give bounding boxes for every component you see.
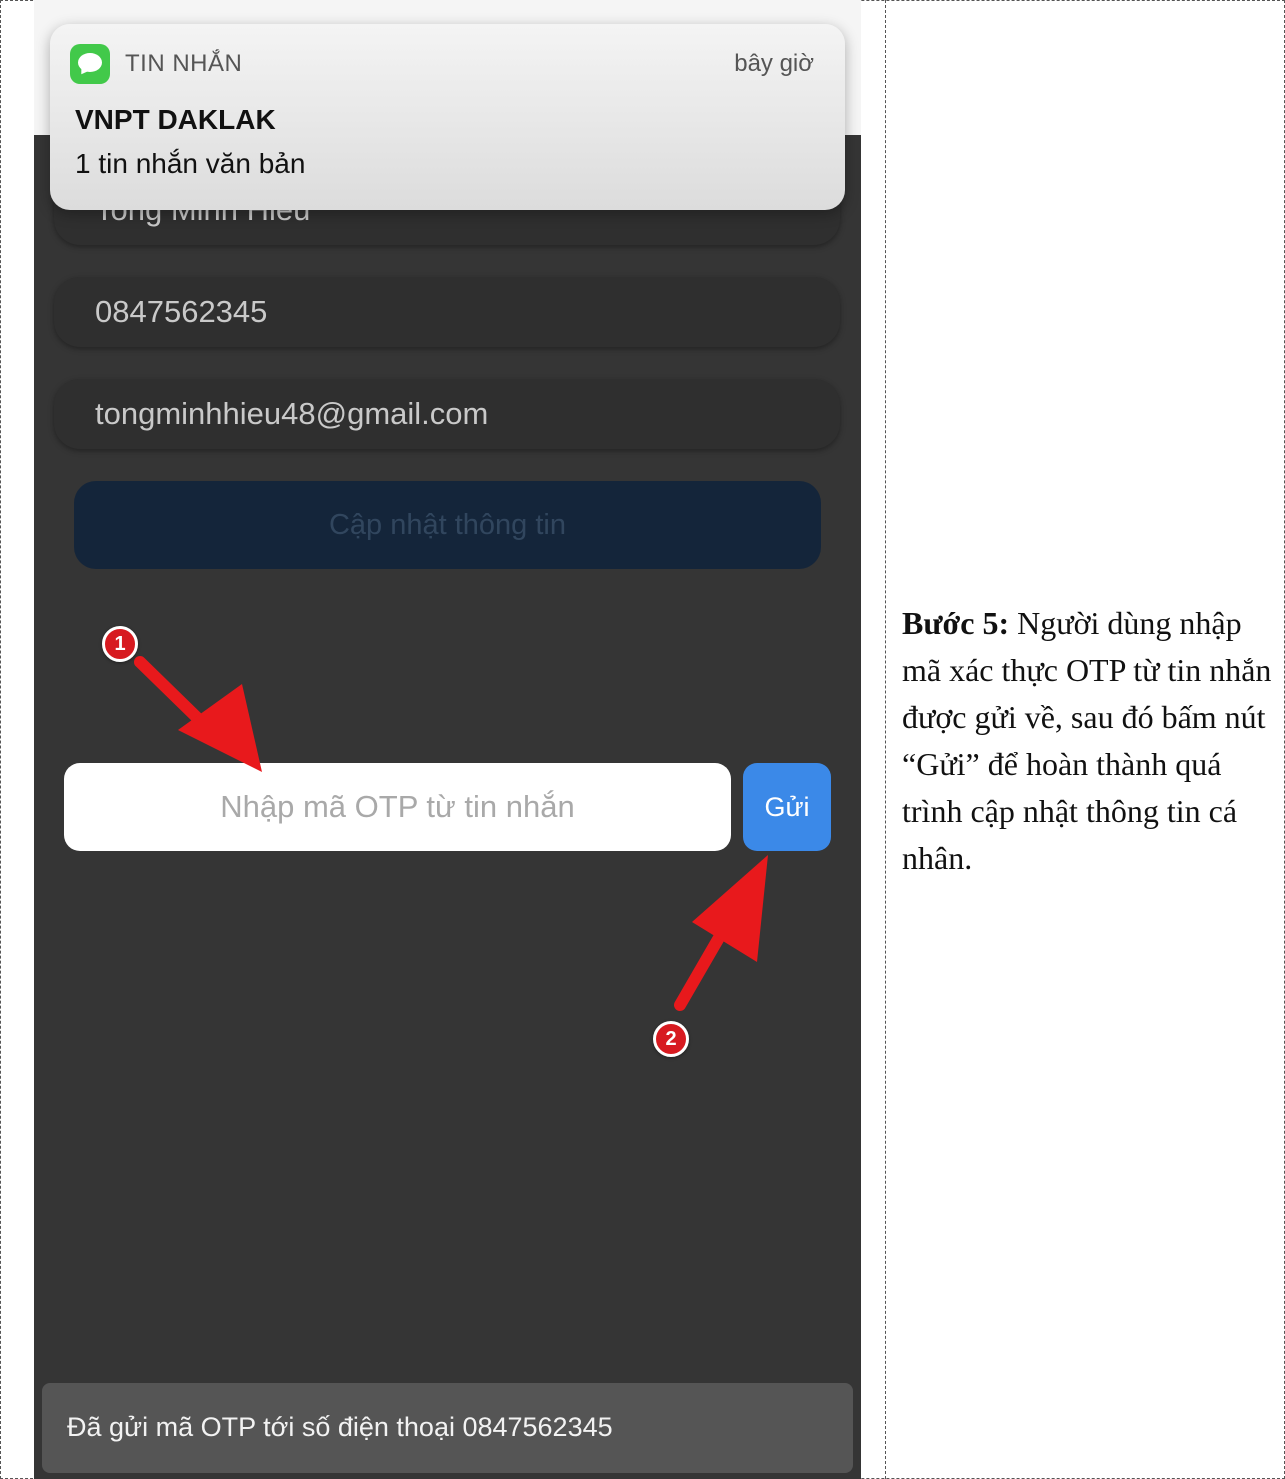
email-value: tongminhhieu48@gmail.com bbox=[95, 396, 489, 431]
toast-text: Đã gửi mã OTP tới số điện thoại 08475623… bbox=[67, 1412, 613, 1442]
notification-sender: VNPT DAKLAK bbox=[75, 104, 276, 135]
otp-placeholder: Nhập mã OTP từ tin nhắn bbox=[220, 789, 575, 824]
step-marker-1: 1 bbox=[102, 626, 138, 662]
otp-sent-toast: Đã gửi mã OTP tới số điện thoại 08475623… bbox=[42, 1383, 853, 1473]
message-notification-banner[interactable]: TIN NHẮN bây giờ VNPT DAKLAK 1 tin nhắn … bbox=[50, 24, 845, 210]
phone-field[interactable]: 0847562345 bbox=[54, 277, 840, 347]
update-info-button[interactable]: Cập nhật thông tin bbox=[74, 481, 821, 569]
instruction-text: Bước 5: Người dùng nhập mã xác thực OTP … bbox=[902, 600, 1280, 882]
email-field[interactable]: tongminhhieu48@gmail.com bbox=[54, 379, 840, 449]
messages-icon bbox=[70, 44, 110, 84]
notification-app-name: TIN NHẮN bbox=[125, 50, 243, 77]
notification-time: bây giờ bbox=[734, 50, 814, 77]
notification-body: 1 tin nhắn văn bản bbox=[75, 148, 306, 179]
step-marker-2: 2 bbox=[653, 1021, 689, 1057]
phone-screenshot: Tong Minh Hieu 0847562345 tongminhhieu48… bbox=[34, 0, 861, 1479]
column-divider bbox=[885, 0, 886, 1479]
send-otp-button[interactable]: Gửi bbox=[743, 763, 831, 851]
otp-input[interactable]: Nhập mã OTP từ tin nhắn bbox=[64, 763, 731, 851]
step-description: Người dùng nhập mã xác thực OTP từ tin n… bbox=[902, 605, 1272, 876]
phone-value: 0847562345 bbox=[95, 294, 268, 329]
step-label: Bước 5: bbox=[902, 605, 1010, 641]
